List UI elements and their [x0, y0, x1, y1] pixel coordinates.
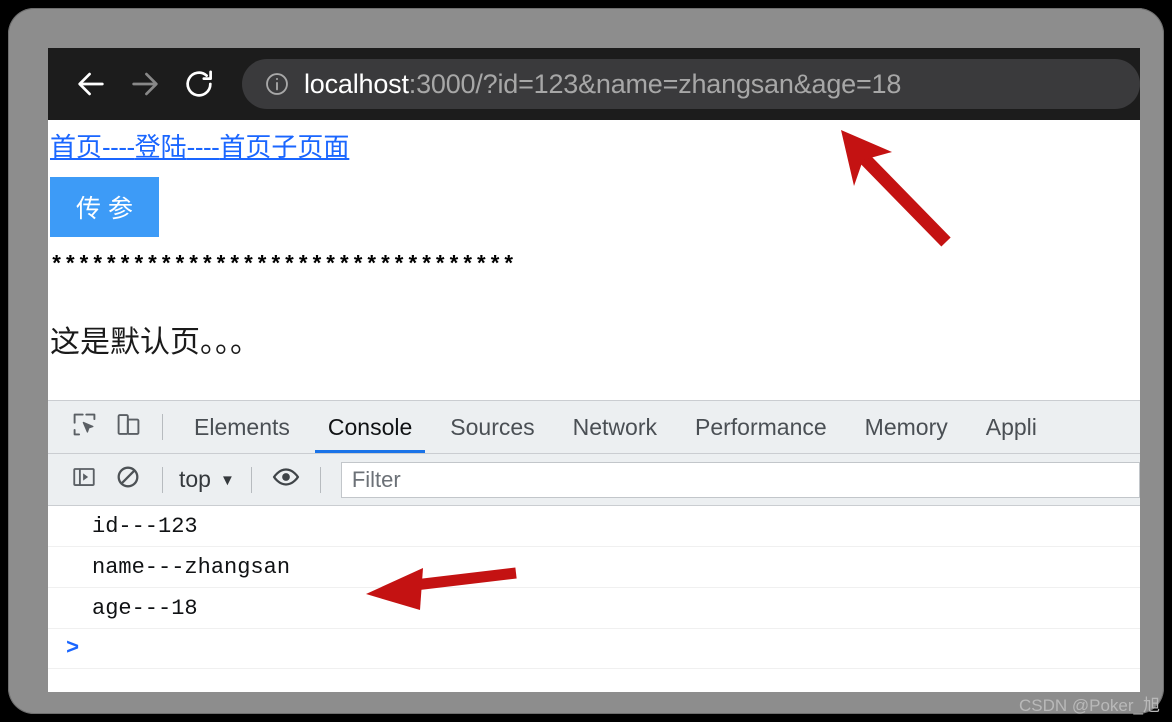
- live-expression-button[interactable]: [264, 460, 308, 500]
- inspect-element-icon: [71, 411, 98, 443]
- console-toolbar: top ▼: [48, 454, 1140, 506]
- console-message-row: age---18: [48, 588, 1140, 629]
- chevron-down-icon: ▼: [219, 472, 235, 489]
- tab-performance[interactable]: Performance: [676, 401, 846, 453]
- back-button[interactable]: [64, 57, 118, 111]
- console-output: id---123 name---zhangsan age---18 >: [48, 506, 1140, 669]
- console-input-prompt[interactable]: >: [48, 629, 1140, 669]
- device-frame: localhost:3000/?id=123&name=zhangsan&age…: [8, 8, 1164, 714]
- clear-console-icon: [115, 464, 141, 495]
- clear-console-button[interactable]: [106, 460, 150, 500]
- tab-network[interactable]: Network: [554, 401, 676, 453]
- address-bar[interactable]: localhost:3000/?id=123&name=zhangsan&age…: [242, 59, 1140, 109]
- tab-sources[interactable]: Sources: [431, 401, 553, 453]
- tab-application[interactable]: Appli: [967, 401, 1056, 453]
- console-sidebar-button[interactable]: [62, 460, 106, 500]
- default-page-text: 这是默认页。。。: [50, 326, 260, 360]
- console-message-row: id---123: [48, 506, 1140, 547]
- watermark: CSDN @Poker_旭: [1018, 696, 1160, 715]
- arrow-left-icon: [74, 67, 108, 101]
- live-expression-eye-icon: [272, 463, 300, 496]
- link-home[interactable]: 首页: [50, 132, 102, 162]
- url-host: localhost: [304, 68, 409, 99]
- console-toolbar-divider-2: [250, 466, 252, 493]
- link-separator-1: ----: [102, 132, 135, 162]
- execution-context-label: top: [179, 466, 211, 492]
- tab-memory[interactable]: Memory: [846, 401, 967, 453]
- link-login[interactable]: 登陆: [135, 132, 187, 162]
- console-message-row: name---zhangsan: [48, 547, 1140, 588]
- pass-params-button[interactable]: 传 参: [50, 177, 159, 238]
- console-toolbar-divider-3: [319, 466, 321, 493]
- browser-window: localhost:3000/?id=123&name=zhangsan&age…: [48, 48, 1140, 692]
- reload-icon: [182, 67, 216, 101]
- device-toggle-icon: [115, 411, 142, 443]
- tab-elements[interactable]: Elements: [175, 401, 309, 453]
- info-circle-icon[interactable]: [264, 71, 290, 97]
- browser-toolbar: localhost:3000/?id=123&name=zhangsan&age…: [48, 48, 1140, 120]
- tab-console[interactable]: Console: [309, 401, 431, 453]
- prompt-chevron-icon: >: [66, 636, 80, 661]
- link-home-subpage[interactable]: 首页子页面: [219, 132, 349, 162]
- tabbar-divider: [162, 414, 163, 440]
- url-path: :3000/?id=123&name=zhangsan&age=18: [408, 68, 902, 99]
- arrow-right-icon: [128, 67, 162, 101]
- console-filter-input[interactable]: [340, 461, 1140, 498]
- forward-button[interactable]: [118, 57, 172, 111]
- execution-context-selector[interactable]: top ▼: [175, 466, 239, 493]
- console-toolbar-divider-1: [162, 466, 163, 493]
- inspect-element-button[interactable]: [62, 407, 106, 447]
- star-divider: **********************************: [50, 253, 516, 279]
- device-toolbar-button[interactable]: [106, 407, 150, 447]
- address-bar-text: localhost:3000/?id=123&name=zhangsan&age…: [304, 69, 901, 100]
- page-viewport: 首页----登陆----首页子页面 传 参 ******************…: [48, 120, 1140, 400]
- devtools-tabbar: Elements Console Sources Network Perform…: [48, 401, 1140, 454]
- page-nav-links: 首页----登陆----首页子页面: [48, 130, 1140, 165]
- link-separator-2: ----: [186, 132, 220, 162]
- reload-button[interactable]: [172, 57, 226, 111]
- console-sidebar-icon: [71, 464, 97, 495]
- devtools-panel: Elements Console Sources Network Perform…: [48, 400, 1140, 692]
